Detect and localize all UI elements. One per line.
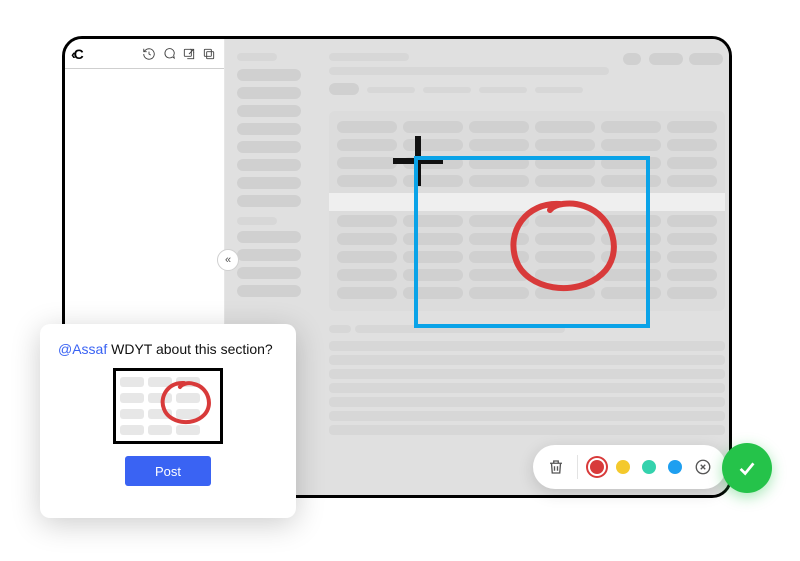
confirm-button[interactable] bbox=[722, 443, 772, 493]
delete-icon[interactable] bbox=[547, 458, 565, 476]
comment-icon[interactable] bbox=[162, 47, 176, 61]
color-swatch-yellow[interactable] bbox=[616, 460, 630, 474]
color-swatch-blue[interactable] bbox=[668, 460, 682, 474]
sidebar-actions bbox=[142, 47, 216, 61]
annotation-scribble bbox=[504, 196, 624, 302]
comment-body: WDYT about this section? bbox=[107, 341, 272, 357]
comment-text: @Assaf WDYT about this section? bbox=[58, 340, 278, 358]
color-swatch-red[interactable] bbox=[590, 460, 604, 474]
share-icon[interactable] bbox=[182, 47, 196, 61]
mention[interactable]: @Assaf bbox=[58, 341, 107, 357]
comment-popover: @Assaf WDYT about this section? Post bbox=[40, 324, 296, 518]
sidebar-collapse-button[interactable]: « bbox=[217, 249, 239, 271]
toolbar-separator bbox=[577, 455, 578, 479]
sidebar-header: ‹C bbox=[65, 39, 224, 69]
brand-logo: ‹C bbox=[71, 46, 82, 62]
annotation-toolbar bbox=[533, 445, 726, 489]
chevron-left-icon: « bbox=[225, 254, 231, 266]
check-icon bbox=[736, 457, 758, 479]
annotation-selection[interactable] bbox=[414, 156, 650, 328]
copy-icon[interactable] bbox=[202, 47, 216, 61]
post-button[interactable]: Post bbox=[125, 456, 211, 486]
thumbnail-scribble bbox=[158, 379, 212, 429]
close-icon[interactable] bbox=[694, 458, 712, 476]
color-swatch-teal[interactable] bbox=[642, 460, 656, 474]
annotation-thumbnail bbox=[113, 368, 223, 444]
history-icon[interactable] bbox=[142, 47, 156, 61]
